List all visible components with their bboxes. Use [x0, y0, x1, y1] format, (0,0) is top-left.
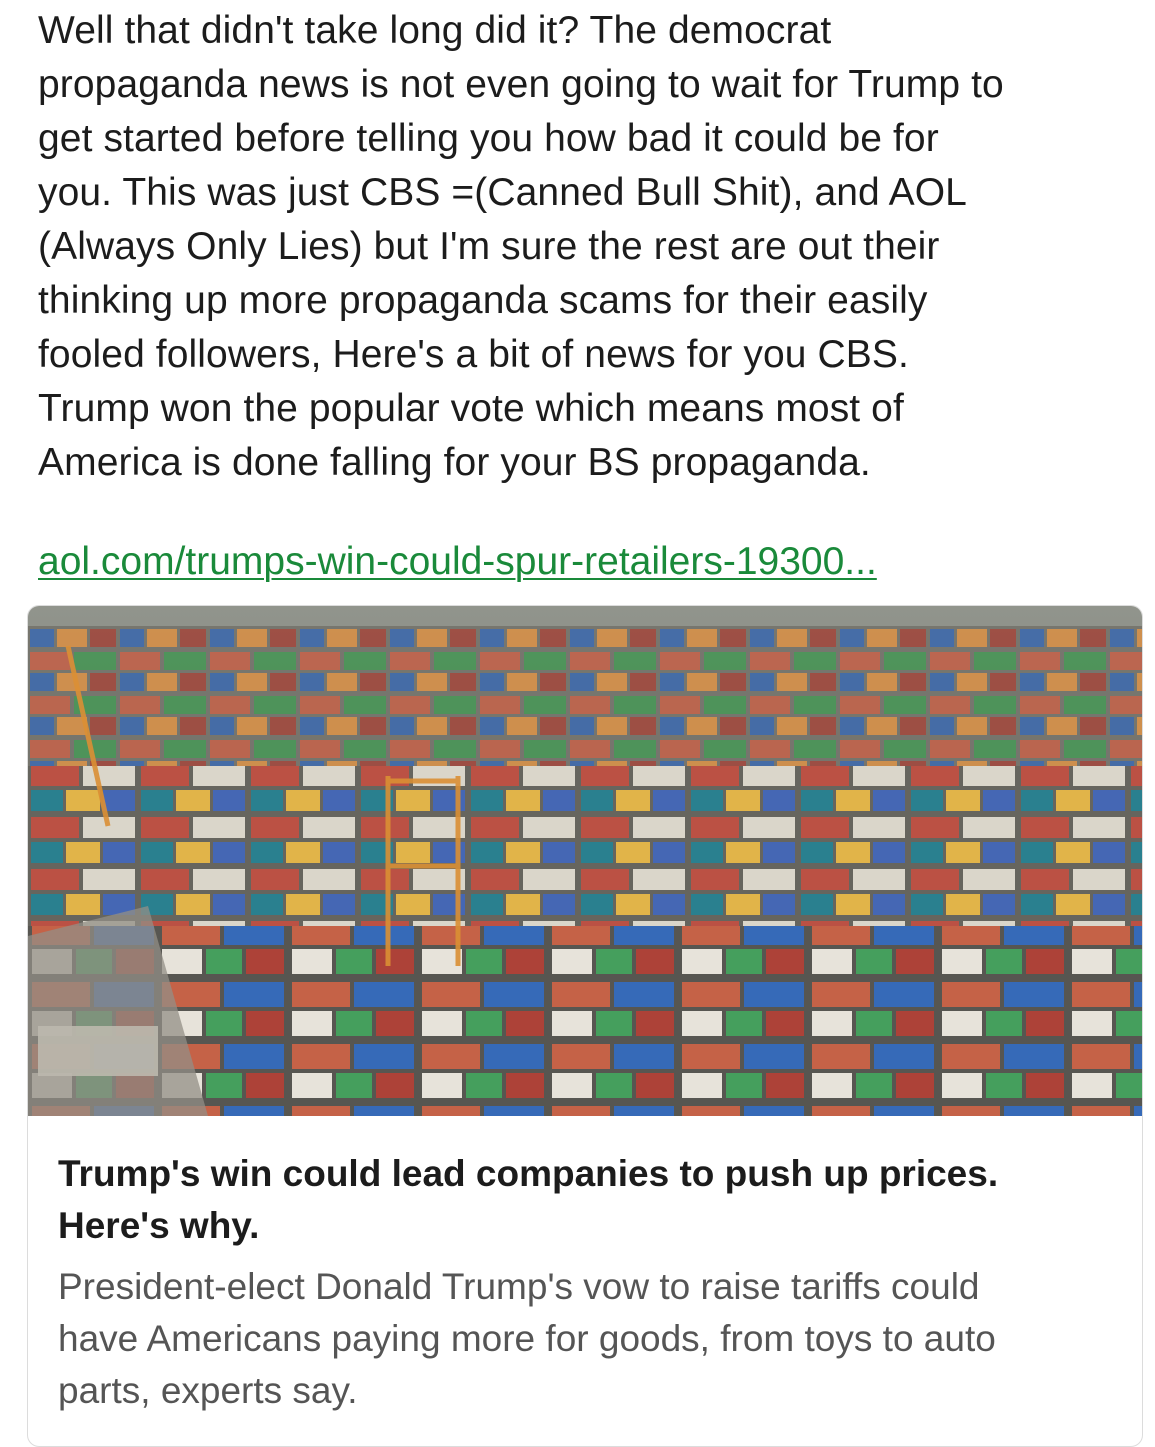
shipping-containers-photo — [28, 606, 1142, 1116]
article-link[interactable]: aol.com/trumps-win-could-spur-retailers-… — [38, 535, 877, 589]
post-body: Well that didn't take long did it? The d… — [38, 4, 1128, 490]
card-title[interactable]: Trump's win could lead companies to push… — [58, 1148, 1118, 1252]
link-preview-card[interactable]: Trump's win could lead companies to push… — [27, 605, 1143, 1447]
post-text: Well that didn't take long did it? The d… — [38, 9, 1004, 484]
card-description: President-elect Donald Trump's vow to ra… — [58, 1266, 996, 1411]
